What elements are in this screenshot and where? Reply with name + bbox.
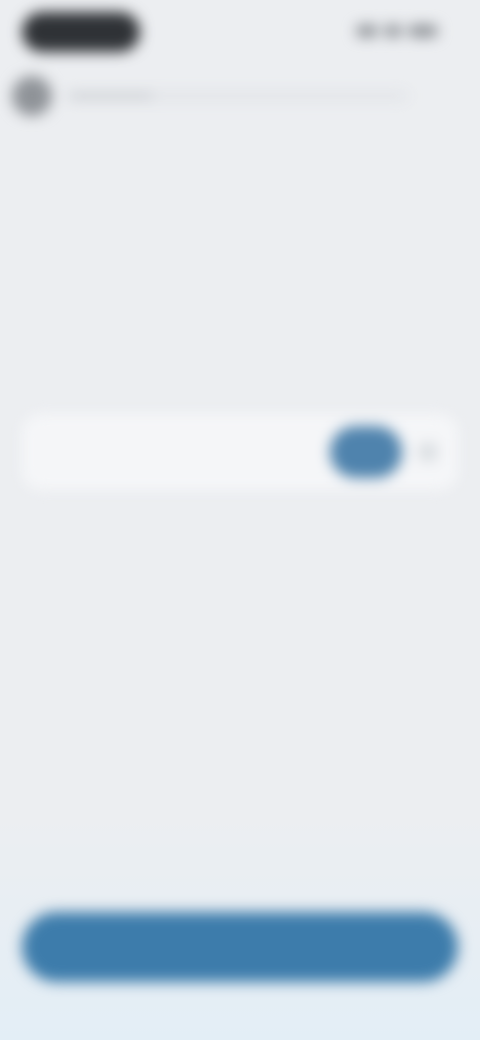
- progress-bar: [68, 93, 408, 99]
- battery-icon: [408, 25, 438, 37]
- signal-icon: [356, 25, 378, 37]
- progress-fill: [68, 93, 153, 99]
- status-time-pill: [22, 12, 140, 52]
- app-screen: [0, 0, 480, 1040]
- answer-input-row[interactable]: [22, 414, 458, 490]
- clear-icon[interactable]: [418, 442, 438, 462]
- status-icons: [356, 22, 440, 40]
- continue-button[interactable]: [22, 912, 458, 982]
- inline-action-button[interactable]: [330, 426, 402, 478]
- back-arrow-icon[interactable]: [12, 76, 52, 116]
- answer-input[interactable]: [38, 432, 312, 474]
- wifi-icon: [384, 25, 402, 37]
